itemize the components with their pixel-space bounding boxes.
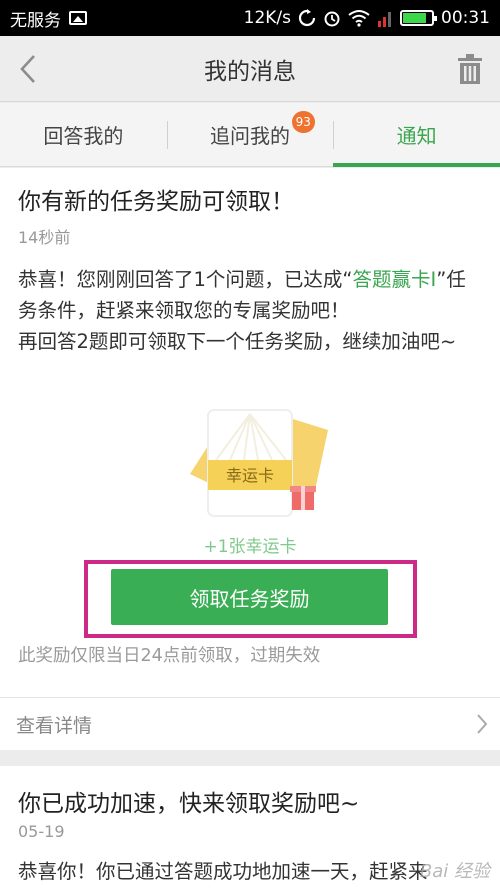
- body-line2: 再回答2题即可领取下一个任务奖励，继续加油吧~: [18, 330, 457, 353]
- view-details-row[interactable]: 查看详情: [0, 698, 500, 750]
- card-label: 幸运卡: [226, 466, 274, 485]
- clock: 00:31: [441, 8, 490, 28]
- delete-button[interactable]: [454, 50, 486, 88]
- watermark: Bai 经验: [419, 861, 490, 882]
- message-body: 恭喜你！你已通过答题成功地加速一天，赶紧来: [18, 860, 428, 883]
- lucky-card-illustration: 幸运卡: [190, 409, 328, 517]
- nav-bar: 我的消息: [0, 36, 500, 102]
- chevron-right-icon: [477, 714, 488, 734]
- carrier-label: 无服务: [10, 10, 61, 31]
- image-notification-icon: [69, 11, 87, 25]
- reward-text: +1张幸运卡: [203, 537, 297, 557]
- signal-icon: [378, 12, 391, 27]
- message-body: 恭喜！您刚刚回答了1个问题，已达成“答题赢卡Ⅰ”任务条件，赶紧来领取您的专属奖励…: [18, 264, 482, 357]
- alarm-icon: [324, 11, 340, 27]
- wifi-icon: [348, 10, 370, 27]
- claim-reward-button[interactable]: 领取任务奖励: [111, 569, 388, 625]
- message-time: 14秒前: [18, 228, 71, 247]
- message-time: 05-19: [18, 822, 65, 841]
- gift-icon: [290, 486, 316, 510]
- status-bar: 无服务 12K/s 00:31: [0, 0, 500, 36]
- back-button[interactable]: [10, 50, 46, 88]
- body-prefix: 恭喜！您刚刚回答了1个问题，已达成“: [18, 268, 353, 291]
- message-title: 你已成功加速，快来领取奖励吧~: [18, 791, 360, 817]
- tab-label: 通知: [396, 124, 437, 148]
- sync-icon: [298, 9, 316, 27]
- tab-answered-me[interactable]: 回答我的: [0, 103, 167, 166]
- task-link[interactable]: 答题赢卡Ⅰ: [353, 268, 437, 291]
- network-speed: 12K/s: [243, 8, 291, 28]
- tab-followup[interactable]: 追问我的 93: [166, 103, 334, 166]
- tab-label: 追问我的: [210, 124, 290, 148]
- expiry-note: 此奖励仅限当日24点前领取，过期失效: [18, 646, 321, 666]
- message-tabs: 回答我的 追问我的 93 通知: [0, 103, 500, 167]
- page-title: 我的消息: [204, 58, 296, 85]
- tab-notifications[interactable]: 通知: [333, 103, 500, 167]
- trash-icon: [458, 54, 482, 84]
- message-title: 你有新的任务奖励可领取！: [18, 189, 294, 215]
- chevron-left-icon: [20, 55, 35, 83]
- tab-label: 回答我的: [43, 124, 124, 148]
- notification-card: 你有新的任务奖励可领取！ 14秒前 恭喜！您刚刚回答了1个问题，已达成“答题赢卡…: [0, 168, 500, 750]
- unread-badge: 93: [291, 111, 315, 133]
- battery-icon: [400, 10, 437, 26]
- view-details-label: 查看详情: [16, 714, 93, 737]
